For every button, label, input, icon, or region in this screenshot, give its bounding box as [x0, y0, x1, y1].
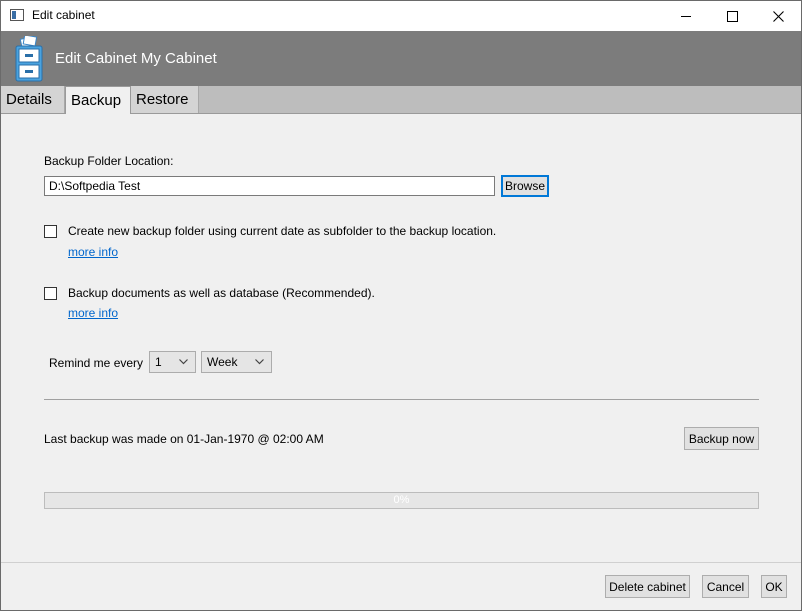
- backup-panel: Backup Folder Location: D:\Softpedia Tes…: [1, 114, 801, 562]
- backup-now-button[interactable]: Backup now: [684, 427, 759, 450]
- maximize-button[interactable]: [709, 1, 755, 31]
- date-subfolder-checkbox[interactable]: [44, 225, 57, 238]
- remind-count-value: 1: [155, 355, 162, 369]
- tab-details[interactable]: Details: [1, 86, 65, 113]
- close-icon: [772, 10, 784, 22]
- header-title: Edit Cabinet My Cabinet: [55, 50, 217, 67]
- cabinet-icon: [15, 36, 43, 82]
- cancel-button[interactable]: Cancel: [702, 575, 749, 598]
- backup-folder-input[interactable]: D:\Softpedia Test: [44, 176, 495, 196]
- title-bar: Edit cabinet: [1, 1, 801, 31]
- remind-unit-select[interactable]: Week: [201, 351, 272, 373]
- backup-documents-checkbox[interactable]: [44, 287, 57, 300]
- dialog-footer: Delete cabinet Cancel OK: [1, 562, 801, 610]
- chevron-down-icon: [255, 359, 264, 365]
- delete-cabinet-button[interactable]: Delete cabinet: [605, 575, 690, 598]
- last-backup-text: Last backup was made on 01-Jan-1970 @ 02…: [44, 432, 324, 446]
- window-title: Edit cabinet: [32, 8, 95, 22]
- minimize-button[interactable]: [663, 1, 709, 31]
- progress-text: 0%: [393, 494, 410, 506]
- remind-count-select[interactable]: 1: [149, 351, 196, 373]
- date-subfolder-label: Create new backup folder using current d…: [68, 224, 497, 238]
- close-button[interactable]: [755, 1, 801, 31]
- chevron-down-icon: [179, 359, 188, 365]
- backup-progress-bar: 0%: [44, 492, 759, 509]
- section-divider: [44, 399, 759, 400]
- ok-button[interactable]: OK: [761, 575, 787, 598]
- tab-restore[interactable]: Restore: [131, 86, 199, 113]
- remind-unit-value: Week: [207, 355, 238, 369]
- minimize-icon: [681, 15, 691, 17]
- backup-folder-label: Backup Folder Location:: [44, 154, 174, 168]
- app-window-icon: [10, 9, 24, 21]
- maximize-icon: [726, 10, 738, 22]
- more-info-link-1[interactable]: more info: [68, 245, 118, 259]
- tab-strip: Details Backup Restore: [1, 86, 801, 114]
- more-info-link-2[interactable]: more info: [68, 306, 118, 320]
- edit-cabinet-window: Edit cabinet Edit Cabinet My Cabinet Det…: [0, 0, 802, 611]
- cabinet-header: Edit Cabinet My Cabinet: [1, 31, 801, 86]
- remind-label: Remind me every: [49, 356, 144, 370]
- backup-documents-label: Backup documents as well as database (Re…: [68, 286, 375, 300]
- tab-backup[interactable]: Backup: [65, 86, 131, 114]
- browse-button[interactable]: Browse: [501, 175, 549, 197]
